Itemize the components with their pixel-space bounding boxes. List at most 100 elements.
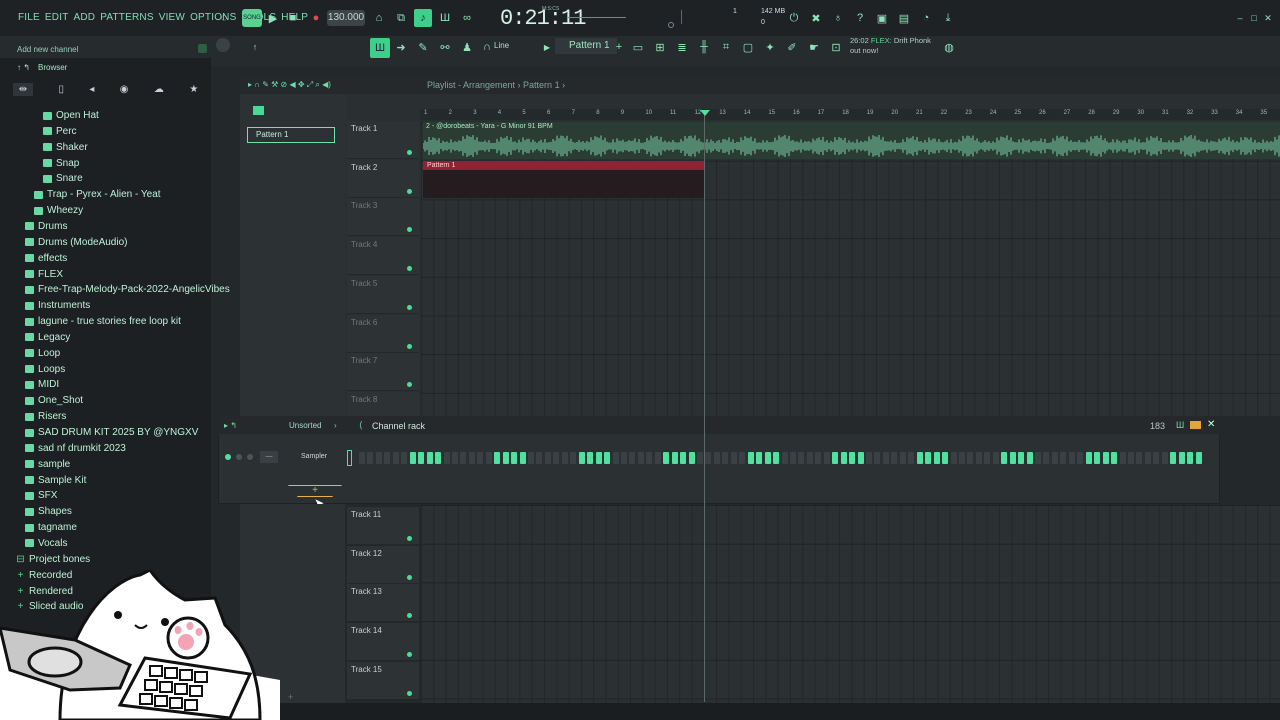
- speaker-tab-icon[interactable]: ◂: [89, 84, 94, 95]
- step-button[interactable]: [958, 452, 965, 464]
- step-button[interactable]: [967, 452, 974, 464]
- step-button[interactable]: [392, 452, 399, 464]
- browser-item[interactable]: Drums (ModeAudio): [25, 235, 127, 250]
- metronome-icon[interactable]: ⌂: [370, 9, 388, 27]
- copy-icon[interactable]: ▢: [739, 38, 757, 56]
- step-button[interactable]: [975, 452, 982, 464]
- step-button[interactable]: [891, 452, 898, 464]
- mic-icon[interactable]: ♁: [829, 9, 847, 27]
- close-icon[interactable]: ✕: [1259, 9, 1277, 27]
- browser-item[interactable]: Risers: [25, 409, 66, 424]
- menu-add[interactable]: ADD: [74, 12, 96, 23]
- step-button[interactable]: [477, 452, 484, 464]
- step-button[interactable]: [899, 452, 906, 464]
- track-mute-led[interactable]: [407, 343, 412, 349]
- step-button[interactable]: [1170, 452, 1177, 464]
- step-button[interactable]: [908, 452, 915, 464]
- master-pitch-slider[interactable]: [568, 17, 626, 18]
- step-button[interactable]: [595, 452, 602, 464]
- step-button[interactable]: [435, 452, 442, 464]
- step-button[interactable]: [950, 452, 957, 464]
- step-button[interactable]: [604, 452, 611, 464]
- file-tab-icon[interactable]: ▯: [58, 84, 64, 95]
- download-icon[interactable]: ⤓: [939, 9, 957, 27]
- pencil-icon[interactable]: ✎: [414, 38, 432, 56]
- all-tab-icon[interactable]: ⇹: [12, 82, 34, 96]
- step-button[interactable]: [730, 452, 737, 464]
- rack-swing-value[interactable]: 183: [1150, 421, 1165, 431]
- pattern-selector[interactable]: Pattern 1: [555, 38, 617, 54]
- browser-item[interactable]: One_Shot: [25, 393, 83, 408]
- step-button[interactable]: [781, 452, 788, 464]
- step-button[interactable]: [384, 452, 391, 464]
- browser-arrows-icon[interactable]: ↑ ↰: [17, 63, 30, 72]
- mixer-icon[interactable]: ╫: [695, 38, 713, 56]
- step-button[interactable]: [494, 452, 501, 464]
- plugin-tab-icon[interactable]: ◉: [120, 84, 129, 95]
- step-button[interactable]: [612, 452, 619, 464]
- step-button[interactable]: [671, 452, 678, 464]
- step-button[interactable]: [409, 452, 416, 464]
- browser-item[interactable]: Vocals: [25, 536, 67, 551]
- menu-edit[interactable]: EDIT: [45, 12, 69, 23]
- step-button[interactable]: [1187, 452, 1194, 464]
- track-mute-led[interactable]: [407, 188, 412, 194]
- step-button[interactable]: [866, 452, 872, 464]
- step-button[interactable]: [418, 452, 425, 464]
- step-button[interactable]: [1068, 452, 1075, 464]
- step-button[interactable]: [629, 452, 636, 464]
- browser-item[interactable]: FLEX: [25, 267, 63, 282]
- browser-item[interactable]: Perc: [43, 124, 77, 139]
- step-button[interactable]: [536, 452, 543, 464]
- step-button[interactable]: [1127, 452, 1134, 464]
- step-button[interactable]: [789, 452, 796, 464]
- step-button[interactable]: [992, 452, 999, 464]
- plugin-picker-icon[interactable]: ▭: [629, 38, 647, 56]
- browser-item[interactable]: Shaker: [43, 140, 88, 155]
- tools-icon[interactable]: ✖: [807, 9, 825, 27]
- playhead-marker-icon[interactable]: [700, 110, 710, 116]
- step-button[interactable]: [1001, 452, 1008, 464]
- browser-item[interactable]: Snare: [43, 171, 83, 186]
- step-button[interactable]: [460, 452, 467, 464]
- wait-icon[interactable]: ⧉: [392, 9, 410, 27]
- step-button[interactable]: [882, 452, 889, 464]
- playlist-tools-icon[interactable]: ▸ ∩ ✎ ⚒ ⊘ ◀ ✥ ⤢ ⌕ ◀): [248, 80, 331, 90]
- stamp-icon[interactable]: ♟: [458, 38, 476, 56]
- browser-item[interactable]: Open Hat: [43, 108, 99, 123]
- step-button[interactable]: [916, 452, 923, 464]
- step-button[interactable]: [1144, 452, 1151, 464]
- menu-view[interactable]: VIEW: [159, 12, 185, 23]
- channel-volume-knob[interactable]: [247, 454, 253, 460]
- step-button[interactable]: [705, 452, 712, 464]
- snap-selector[interactable]: Line: [494, 41, 509, 50]
- step-button[interactable]: [502, 452, 509, 464]
- step-button[interactable]: [798, 452, 805, 464]
- browser-item[interactable]: Trap - Pyrex - Alien - Yeat: [34, 187, 161, 202]
- step-button[interactable]: [654, 452, 661, 464]
- track-mute-led[interactable]: [407, 304, 412, 310]
- cpu-knob-icon[interactable]: ◌: [215, 9, 233, 27]
- link-icon[interactable]: ⚯: [436, 38, 454, 56]
- step-button[interactable]: [1051, 452, 1058, 464]
- rack-close-icon[interactable]: ✕: [1207, 419, 1215, 430]
- step-button[interactable]: [942, 452, 949, 464]
- step-button[interactable]: [578, 452, 585, 464]
- channel-select-indicator[interactable]: [347, 450, 352, 466]
- menu-file[interactable]: FILE: [18, 12, 40, 23]
- playlist-icon[interactable]: Ш: [370, 38, 390, 58]
- audio-clip[interactable]: 2 - @dorobeats - Yara - G Minor 91 BPM: [423, 122, 1280, 159]
- step-button[interactable]: [426, 452, 433, 464]
- step-button[interactable]: [451, 452, 458, 464]
- step-button[interactable]: [1018, 452, 1025, 464]
- step-button[interactable]: [1119, 452, 1126, 464]
- step-button[interactable]: [1077, 452, 1084, 464]
- step-button[interactable]: [764, 452, 771, 464]
- step-button[interactable]: [544, 452, 551, 464]
- chat-icon[interactable]: ◔: [917, 9, 935, 27]
- channel-mute-led[interactable]: [225, 454, 231, 460]
- step-button[interactable]: [1136, 452, 1143, 464]
- track-mute-led[interactable]: [407, 574, 412, 580]
- save-icon[interactable]: ▣: [873, 9, 891, 27]
- step-button[interactable]: [367, 452, 374, 464]
